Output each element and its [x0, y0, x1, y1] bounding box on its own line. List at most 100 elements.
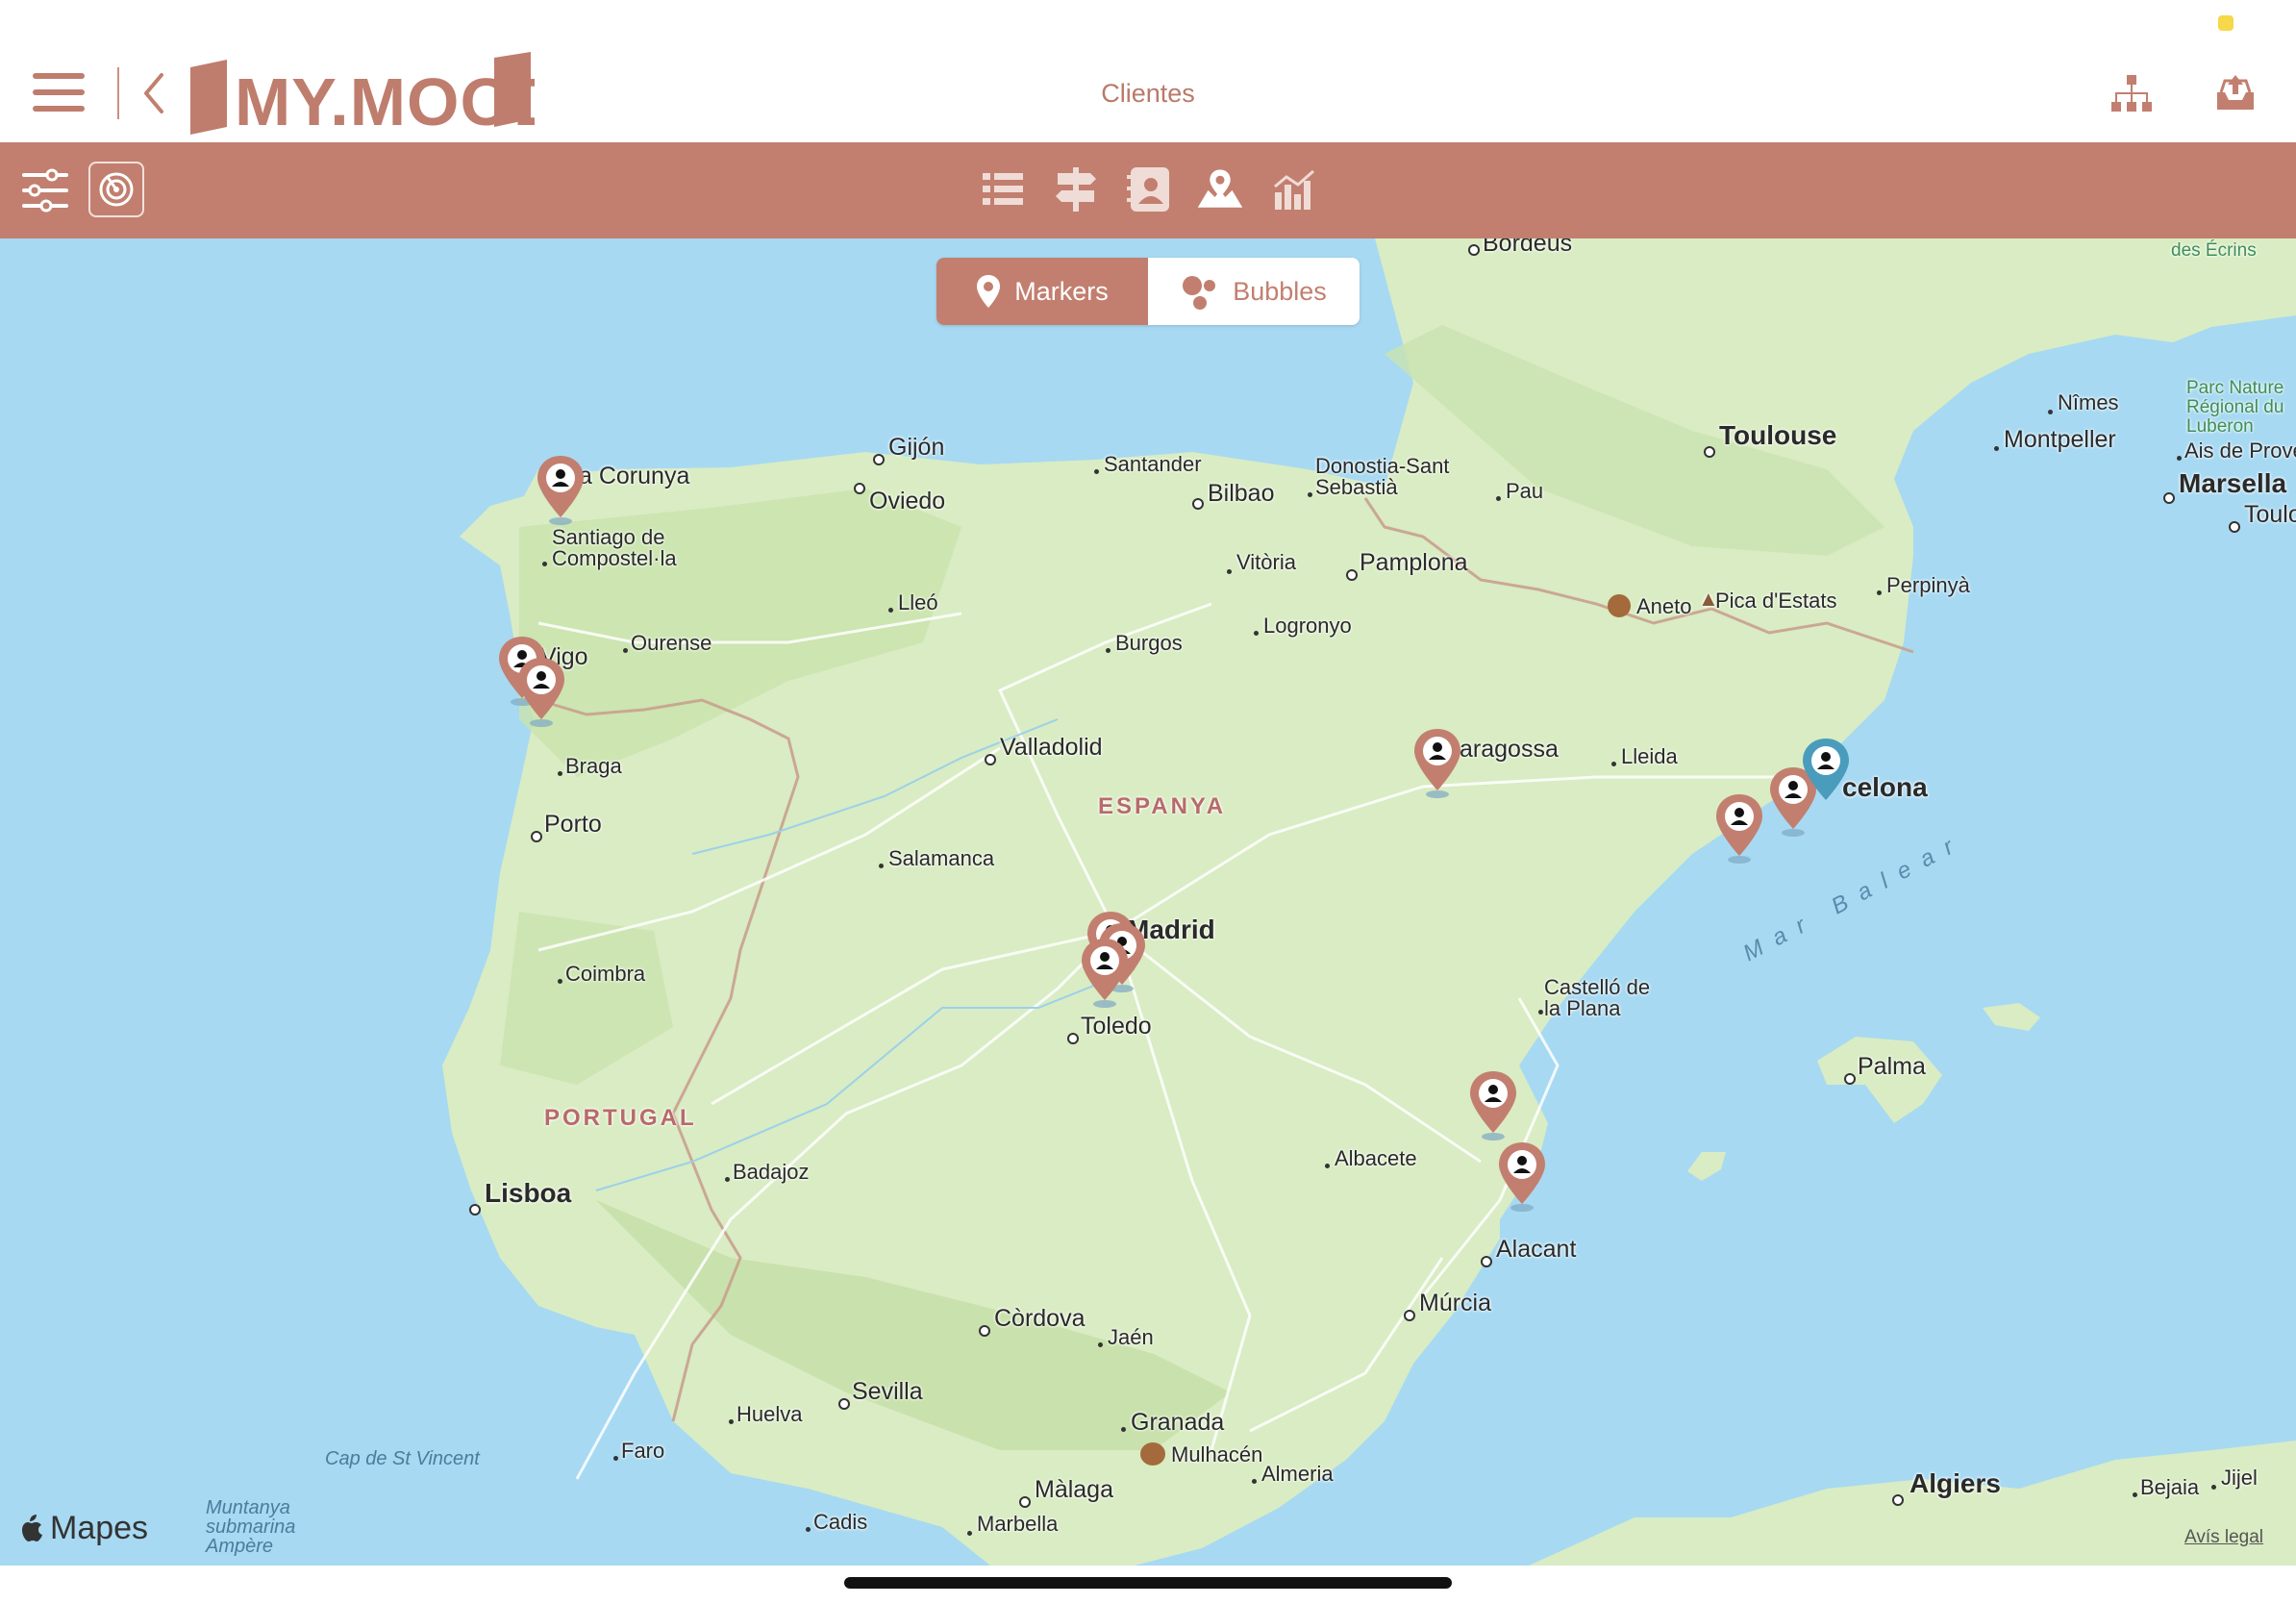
city-label-donostia-2: Sebastià — [1315, 475, 1398, 499]
city-dot — [1019, 1496, 1031, 1508]
city-dot — [985, 754, 996, 765]
city-dot — [725, 1177, 730, 1182]
page-title: Clientes — [1101, 79, 1195, 108]
city-label-badajoz: Badajoz — [733, 1160, 810, 1184]
peak-icon — [1140, 1442, 1165, 1466]
city-dot — [1496, 496, 1501, 501]
radar-button[interactable] — [88, 162, 144, 217]
client-marker[interactable] — [1713, 792, 1765, 864]
markers-label: Markers — [1014, 276, 1109, 306]
sliders-icon[interactable] — [21, 167, 69, 213]
legal-link[interactable]: Avís legal — [2184, 1527, 2263, 1548]
city-label-cadis: Cadis — [813, 1510, 868, 1534]
city-label-lleida: Lleida — [1621, 744, 1678, 768]
list-icon[interactable] — [979, 165, 1027, 213]
home-indicator — [844, 1577, 1452, 1589]
city-label-pamplona: Pamplona — [1360, 549, 1468, 576]
city-label-malaga: Màlaga — [1035, 1476, 1113, 1503]
markers-tab[interactable]: Markers — [936, 258, 1148, 325]
map-basemap — [442, 238, 2296, 1566]
water-label-ampere: Muntanya submarina Ampère — [206, 1497, 296, 1557]
city-label-valladolid: Valladolid — [1000, 734, 1103, 761]
client-marker[interactable] — [1496, 1140, 1548, 1212]
city-label-ourense: Ourense — [631, 631, 712, 655]
peak-label-mulhacen: Mulhacén — [1171, 1442, 1263, 1466]
city-label-logronyo: Logronyo — [1263, 614, 1352, 638]
city-label-salamanca: Salamanca — [888, 846, 995, 870]
city-dot — [1468, 244, 1480, 256]
hierarchy-icon[interactable] — [2109, 71, 2154, 115]
map-pin-icon[interactable] — [1196, 165, 1244, 213]
city-dot — [1404, 1310, 1415, 1321]
peak-label-aneto: Aneto — [1636, 594, 1692, 618]
client-marker[interactable] — [1079, 937, 1131, 1008]
city-dot — [2211, 1485, 2216, 1490]
city-dot — [873, 454, 885, 465]
park-label-ecrins: des Écrins — [2171, 240, 2257, 261]
city-dot — [1308, 492, 1312, 497]
city-dot — [1325, 1164, 1330, 1168]
city-dot — [1481, 1256, 1492, 1267]
maps-attribution-label: Mapes — [50, 1510, 149, 1546]
city-label-nimes: Nîmes — [2058, 390, 2119, 414]
peak-icon — [1608, 594, 1631, 617]
city-dot — [1067, 1033, 1079, 1044]
city-dot — [613, 1456, 618, 1461]
app-header: MY.MOOD Clientes — [0, 0, 2296, 142]
bubbles-tab[interactable]: Bubbles — [1148, 258, 1360, 325]
signpost-icon[interactable] — [1052, 165, 1100, 213]
city-label-murcia: Múrcia — [1419, 1290, 1492, 1316]
city-label-donostia: Donostia-Sant — [1315, 454, 1450, 478]
city-label-algiers: Algiers — [1909, 1468, 2001, 1498]
city-dot — [979, 1325, 990, 1337]
city-label-barcelona: celona — [1842, 772, 1928, 802]
city-label-burgos: Burgos — [1115, 631, 1183, 655]
city-label-granada: Granada — [1131, 1409, 1225, 1436]
city-label-jaen: Jaén — [1108, 1325, 1154, 1349]
marker-mode-toggle[interactable]: Markers Bubbles — [936, 258, 1360, 325]
map-view[interactable]: Markers Bubbles Bordeus des Écrins Parc … — [0, 238, 2296, 1566]
city-label-santiago-2: Compostel·la — [552, 546, 677, 570]
marker-icon — [977, 275, 1001, 308]
city-dot — [806, 1527, 811, 1532]
city-dot — [623, 648, 628, 653]
city-label-sevilla: Sevilla — [852, 1378, 923, 1405]
client-marker-selected[interactable] — [1800, 737, 1852, 808]
city-label-toledo: Toledo — [1081, 1013, 1152, 1040]
radar-icon — [99, 172, 134, 207]
city-dot — [1098, 1342, 1103, 1347]
country-label-spain: ESPANYA — [1098, 793, 1227, 819]
city-label-braga: Braga — [565, 754, 622, 778]
city-label-santiago: Santiago de — [552, 525, 665, 549]
city-dot — [1892, 1494, 1904, 1506]
city-label-santander: Santander — [1104, 452, 1202, 476]
client-marker[interactable] — [1467, 1069, 1519, 1140]
peak-label-pica: Pica d'Estats — [1715, 589, 1837, 613]
city-label-marsella: Marsella — [2179, 468, 2287, 498]
contact-card-icon[interactable] — [1125, 165, 1173, 213]
city-dot — [1252, 1479, 1257, 1484]
client-marker[interactable] — [1411, 727, 1463, 798]
park-label-luberon: Parc Nature Régional du Luberon — [2186, 378, 2284, 437]
city-dot — [888, 608, 893, 613]
client-marker[interactable] — [515, 656, 567, 727]
city-dot — [2229, 521, 2240, 533]
city-dot — [1227, 569, 1232, 574]
upload-tray-icon[interactable] — [2213, 71, 2258, 115]
city-label-cordova: Còrdova — [994, 1305, 1086, 1332]
city-dot — [1192, 498, 1204, 510]
city-label-palma: Palma — [1858, 1053, 1926, 1080]
city-label-marbella: Marbella — [977, 1512, 1059, 1536]
city-label-castello-2: la Plana — [1544, 996, 1621, 1020]
country-label-portugal: PORTUGAL — [544, 1105, 697, 1131]
city-dot — [1346, 569, 1358, 581]
city-dot — [1538, 1010, 1543, 1015]
city-dot — [1877, 590, 1882, 595]
city-label-montpeller: Montpeller — [2004, 426, 2116, 453]
city-label-perpinya: Perpinyà — [1886, 573, 1970, 597]
bar-chart-icon[interactable] — [1271, 165, 1319, 213]
city-dot — [1254, 631, 1259, 636]
client-marker[interactable] — [535, 454, 586, 525]
city-dot — [2048, 410, 2053, 414]
city-dot — [838, 1398, 850, 1410]
